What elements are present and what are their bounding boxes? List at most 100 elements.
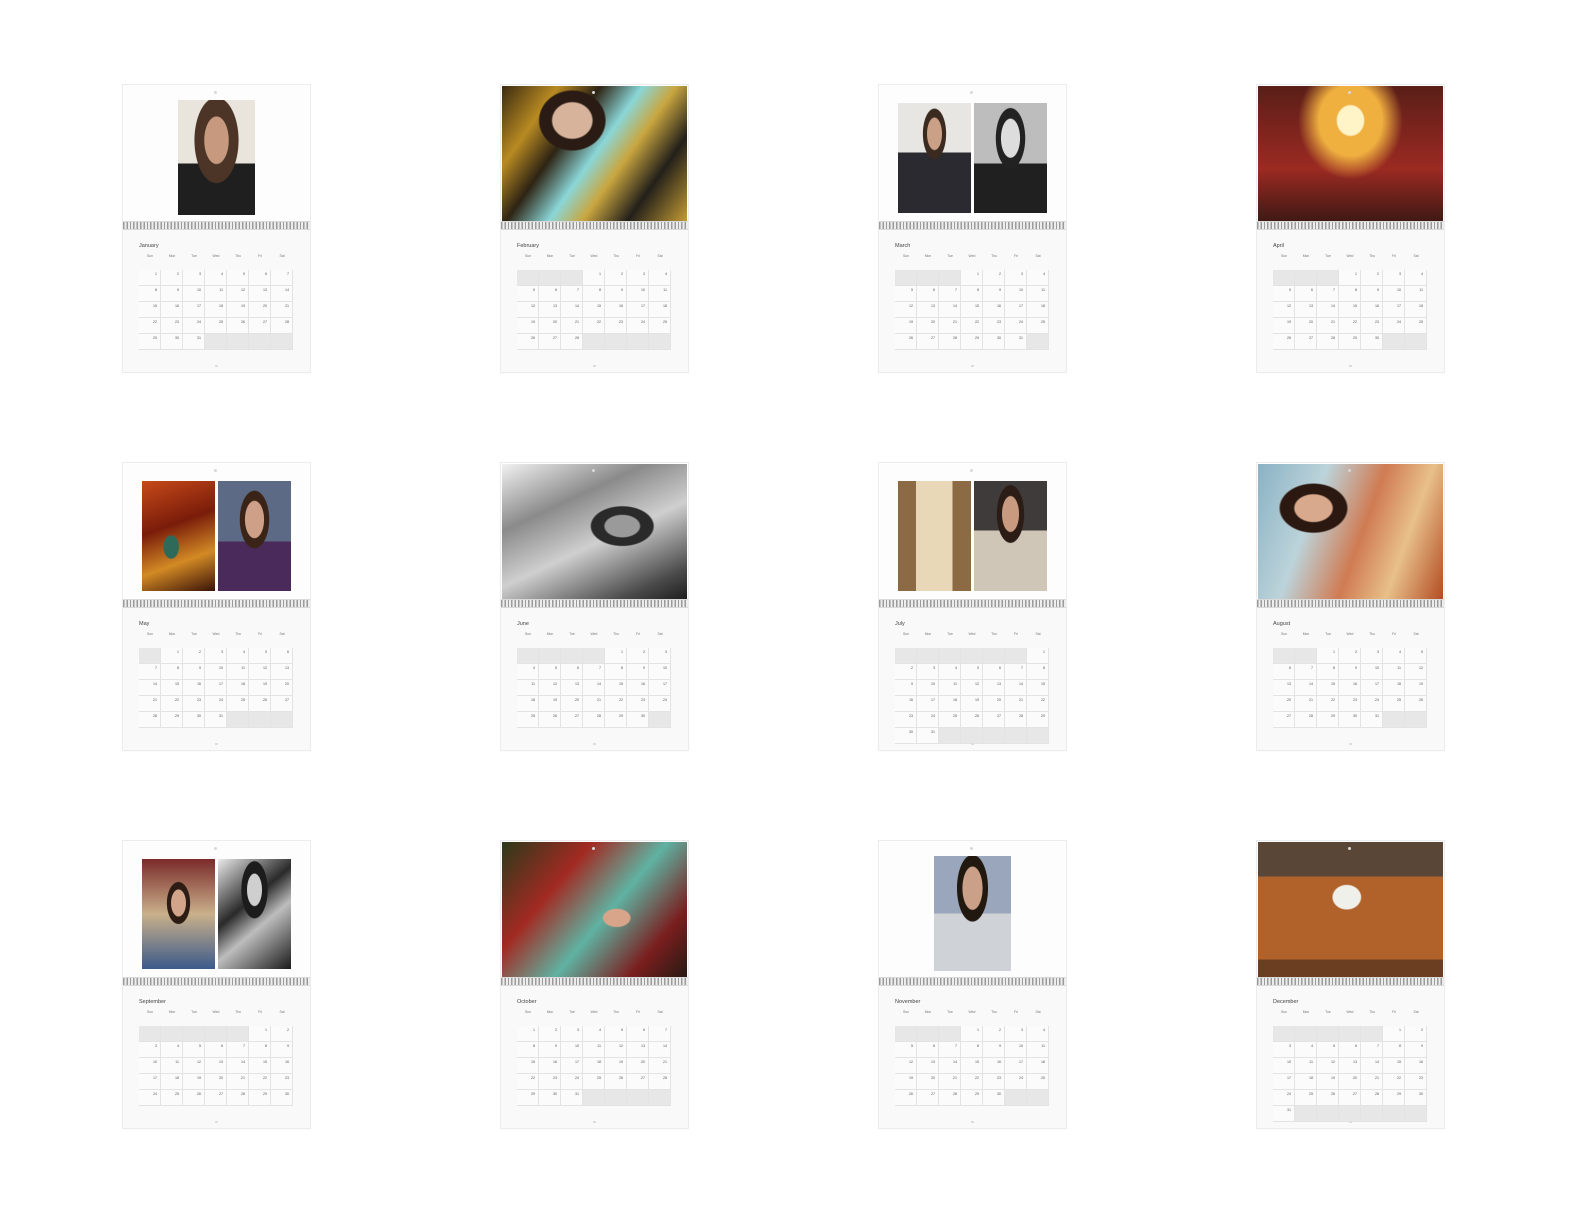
weekday-header: Thu (1369, 254, 1375, 258)
calendar-page-february[interactable]: February Sun Mon Tue Wed Thu Fri Sat 1 2 3 4 5 6 7 8 9 10… (501, 85, 688, 372)
empty-day-cell (1383, 334, 1405, 350)
day-cell: 5 (895, 1042, 917, 1058)
day-cell: 22 (961, 318, 983, 334)
hanging-hole (1348, 469, 1351, 472)
day-cell: 24 (1273, 1090, 1295, 1106)
weekday-header: Sat (657, 1010, 663, 1014)
weekday-header: Thu (613, 632, 619, 636)
day-cell: 25 (517, 712, 539, 728)
day-grid: Sun Mon Tue Wed Thu Fri Sat 1 2 3 4 5 6 7 8 9 10 11 12 13 14… (139, 632, 293, 728)
day-cell: 20 (1273, 696, 1295, 712)
day-grid: Sun Mon Tue Wed Thu Fri Sat 1 2 3 4 5 6 7 8 9 10 11 12 13 14… (895, 1010, 1049, 1106)
day-cell: 21 (227, 1074, 249, 1090)
day-cell: 3 (561, 1026, 583, 1042)
day-cell: 18 (583, 1058, 605, 1074)
calendar-page-june[interactable]: June Sun Mon Tue Wed Thu Fri Sat 1 2 3 4 5 6 7 8 9 10 11 12… (501, 463, 688, 750)
day-cell: 29 (139, 334, 161, 350)
weekday-header: Tue (191, 1010, 197, 1014)
calendar-page-september[interactable]: September Sun Mon Tue Wed Thu Fri Sat 1 2 3 4 5 6 7 8 9 1… (123, 841, 310, 1128)
day-grid: Sun Mon Tue Wed Thu Fri Sat 1 2 3 4 5 6 7 8 9 10 11 12 13 14… (895, 254, 1049, 350)
day-cell: 27 (917, 334, 939, 350)
empty-day-cell (961, 648, 983, 664)
day-cell: 2 (539, 1026, 561, 1042)
weekday-header: Mon (168, 254, 176, 258)
calendar-page-april[interactable]: April Sun Mon Tue Wed Thu Fri Sat 1 2 3 4 5 6 7 8 9 10 11 1… (1257, 85, 1444, 372)
calendar-page-august[interactable]: August Sun Mon Tue Wed Thu Fri Sat 1 2 3 4 5 6 7 8 9 10 11… (1257, 463, 1444, 750)
day-cell: 23 (605, 318, 627, 334)
empty-day-cell (1383, 1106, 1405, 1122)
empty-day-cell (539, 648, 561, 664)
day-cell: 7 (561, 286, 583, 302)
weekday-header: Mon (1302, 632, 1310, 636)
weekday-header: Wed (968, 632, 976, 636)
day-cell: 5 (249, 648, 271, 664)
day-cell: 27 (1273, 712, 1295, 728)
day-cell: 11 (517, 680, 539, 696)
day-cell: 8 (1317, 664, 1339, 680)
day-cell: 7 (227, 1042, 249, 1058)
weekday-header: Thu (235, 632, 241, 636)
calendar-photo (142, 859, 215, 969)
empty-day-cell (895, 648, 917, 664)
day-cell: 12 (183, 1058, 205, 1074)
day-cell: 21 (561, 318, 583, 334)
weekday-header: Wed (590, 254, 598, 258)
empty-day-cell (139, 648, 161, 664)
day-cell: 30 (1405, 1090, 1427, 1106)
day-cell: 2 (627, 648, 649, 664)
month-name: March (895, 243, 911, 249)
month-name: April (1273, 243, 1285, 249)
day-cell: 7 (1295, 664, 1317, 680)
day-cell: 12 (249, 664, 271, 680)
page-footer-mark (971, 1121, 974, 1123)
weekday-header: Sun (524, 254, 532, 258)
empty-day-cell (983, 728, 1005, 744)
day-cell: 5 (227, 270, 249, 286)
day-cell: 15 (1317, 680, 1339, 696)
day-cell: 23 (627, 696, 649, 712)
weekday-header: Wed (1346, 632, 1354, 636)
weekday-header: Sat (1035, 632, 1041, 636)
day-cell: 27 (1295, 334, 1317, 350)
month-name: August (1273, 621, 1291, 627)
weekday-header: Wed (968, 1010, 976, 1014)
day-cell: 1 (1339, 270, 1361, 286)
day-cell: 26 (517, 334, 539, 350)
day-cell: 15 (517, 1058, 539, 1074)
day-cell: 12 (1273, 302, 1295, 318)
day-cell: 29 (1027, 712, 1049, 728)
calendar-page-january[interactable]: January Sun Mon Tue Wed Thu Fri Sat 1 2 3 4 5 6 7 8 9 10 1… (123, 85, 310, 372)
calendar-page-july[interactable]: July Sun Mon Tue Wed Thu Fri Sat 1 2 3 4 5 6 7 8 9 10 11 12… (879, 463, 1066, 750)
day-cell: 21 (939, 318, 961, 334)
calendar-page-november[interactable]: November Sun Mon Tue Wed Thu Fri Sat 1 2 3 4 5 6 7 8 9 10… (879, 841, 1066, 1128)
calendar-page-march[interactable]: March Sun Mon Tue Wed Thu Fri Sat 1 2 3 4 5 6 7 8 9 10 11 1… (879, 85, 1066, 372)
day-cell: 9 (983, 286, 1005, 302)
day-cell: 8 (961, 286, 983, 302)
day-cell: 20 (983, 696, 1005, 712)
weekday-header: Sun (902, 1010, 910, 1014)
day-cell: 29 (161, 712, 183, 728)
day-cell: 16 (1405, 1058, 1427, 1074)
page-footer-mark (971, 365, 974, 367)
day-cell: 11 (161, 1058, 183, 1074)
calendar-page-december[interactable]: December Sun Mon Tue Wed Thu Fri Sat 1 2 3 4 5 6 7 8 9 10… (1257, 841, 1444, 1128)
day-cell: 15 (1339, 302, 1361, 318)
day-cell: 23 (183, 696, 205, 712)
day-cell: 2 (895, 664, 917, 680)
weekday-header: Tue (1325, 632, 1331, 636)
empty-day-cell (649, 334, 671, 350)
day-cell: 20 (917, 318, 939, 334)
day-cell: 27 (205, 1090, 227, 1106)
day-cell: 3 (205, 648, 227, 664)
day-cell: 10 (627, 286, 649, 302)
calendar-page-october[interactable]: October Sun Mon Tue Wed Thu Fri Sat 1 2 3 4 5 6 7 8 9 10 1… (501, 841, 688, 1128)
day-cell: 5 (183, 1042, 205, 1058)
day-cell: 1 (1027, 648, 1049, 664)
calendar-page-may[interactable]: May Sun Mon Tue Wed Thu Fri Sat 1 2 3 4 5 6 7 8 9 10 11 12 1… (123, 463, 310, 750)
day-cell: 17 (1005, 302, 1027, 318)
day-cell: 4 (1027, 1026, 1049, 1042)
day-cell: 2 (271, 1026, 293, 1042)
day-cell: 7 (1005, 664, 1027, 680)
day-grid: Sun Mon Tue Wed Thu Fri Sat 1 2 3 4 5 6 7 8 9 10 11 12 13 14… (139, 1010, 293, 1106)
hanging-hole (970, 91, 973, 94)
